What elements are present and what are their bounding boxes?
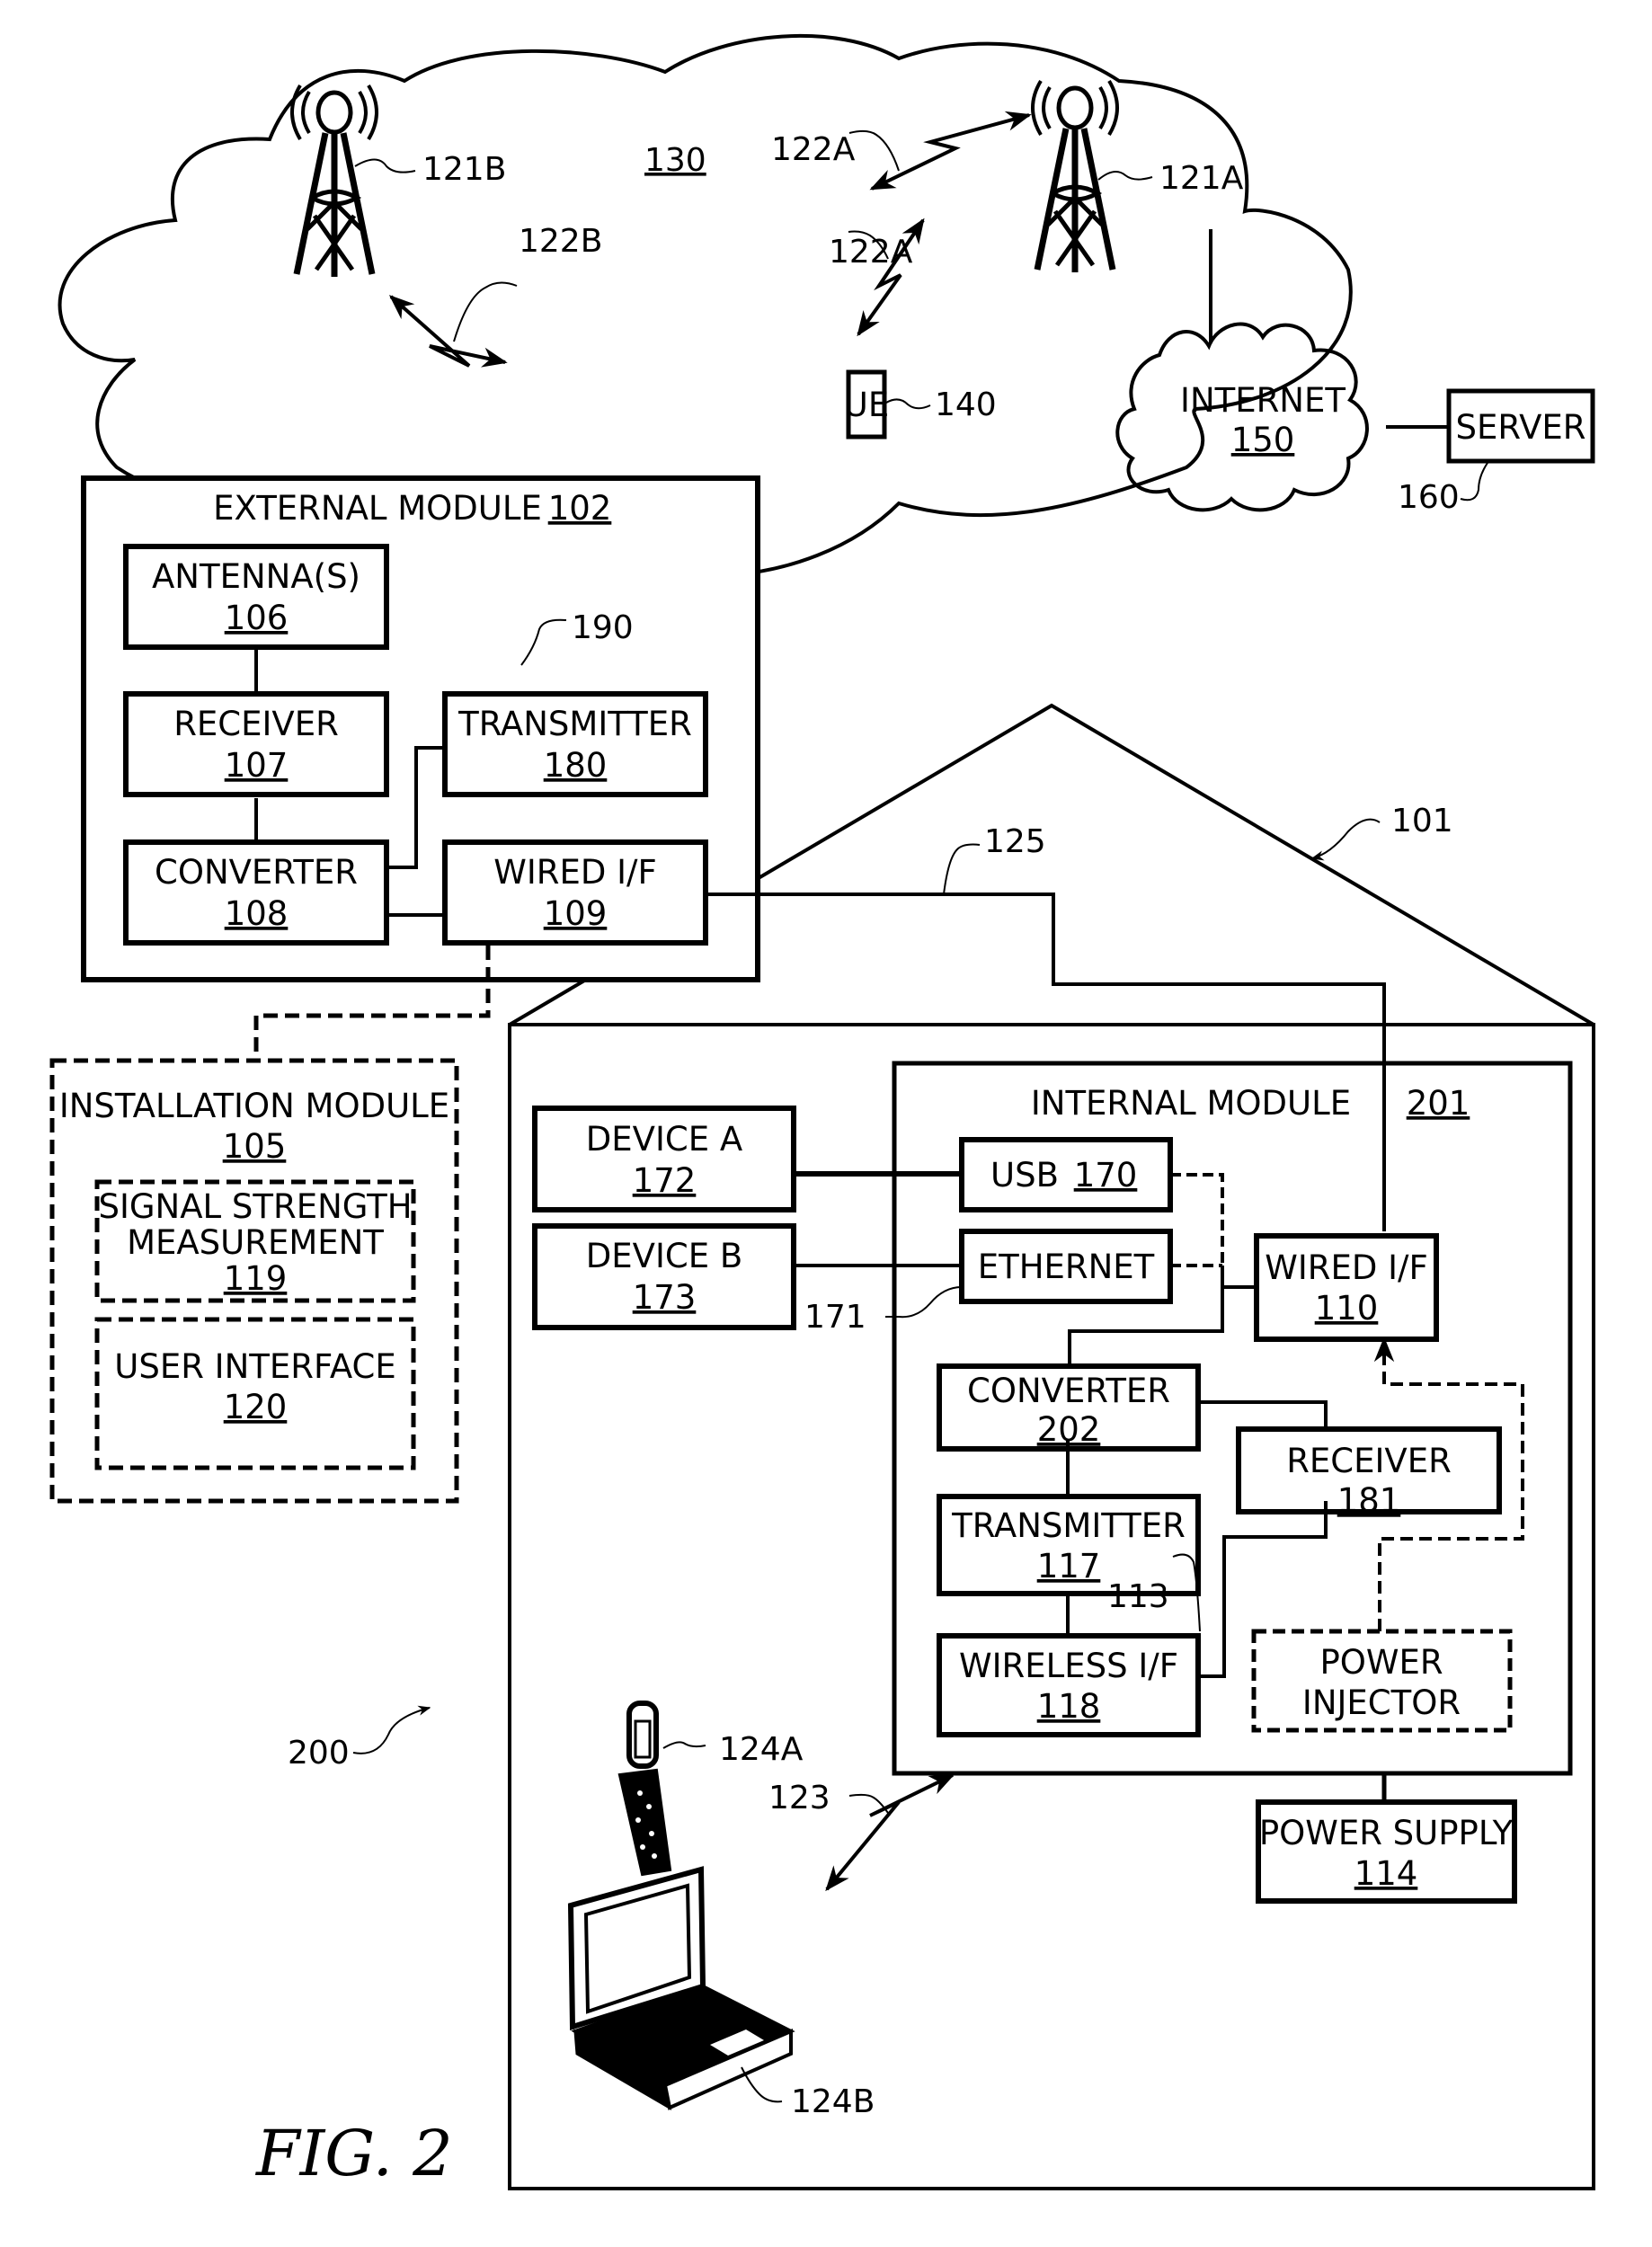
transmitter-117-label: TRANSMITTER	[951, 1506, 1186, 1545]
converter-202-ref: 202	[1037, 1410, 1101, 1449]
receiver-block-181: RECEIVER 181	[1236, 1426, 1502, 1520]
internal-module: INTERNAL MODULE 201 USB 170 ETHERNET WIR…	[892, 1061, 1573, 1776]
ue-block: UE 140	[844, 369, 997, 440]
device-b-ref: 173	[633, 1278, 697, 1317]
device-a-ref: 172	[633, 1161, 697, 1200]
laptop-ref: 124B	[791, 2083, 875, 2120]
wireless-if-block-118: WIRELESS I/F 118	[937, 1633, 1201, 1737]
antenna-label: ANTENNA(S)	[152, 557, 360, 596]
network-ref: 130	[644, 142, 706, 179]
user-interface-block: USER INTERFACE 120	[94, 1317, 416, 1470]
figure-caption: FIG. 2	[254, 2117, 453, 2190]
laptop-icon	[567, 1866, 795, 2110]
wired-if-110-label: WIRED I/F	[1265, 1248, 1428, 1287]
external-module: EXTERNAL MODULE 102 ANTENNA(S) 106 RECEI…	[81, 475, 760, 982]
external-module-ref: 102	[548, 489, 612, 528]
usb-ref: 170	[1074, 1156, 1138, 1195]
ethernet-block: ETHERNET	[959, 1229, 1173, 1304]
usb-block: USB 170	[959, 1137, 1173, 1212]
signal-strength-line1: SIGNAL STRENGTH	[98, 1187, 412, 1226]
wireless-link-122a-lower: 122A	[829, 218, 925, 337]
device-b-block: DEVICE B 173	[532, 1223, 796, 1330]
external-module-title: EXTERNAL MODULE	[213, 489, 542, 528]
phone-ref: 124A	[719, 1731, 804, 1768]
patent-figure: 130 121B 122B 121A 122A 122A UE 140 INTE…	[49, 33, 1595, 2190]
ue-ref: 140	[935, 386, 997, 423]
wireless-link-ref: 123	[768, 1780, 830, 1816]
cable-ref: 125	[984, 823, 1046, 860]
user-interface-label: USER INTERFACE	[114, 1347, 395, 1386]
group-190-ref: 190	[572, 609, 634, 646]
converter-block-202: CONVERTER 202	[937, 1363, 1201, 1452]
wired-if-label: WIRED I/F	[493, 853, 657, 892]
link-122a-upper-ref: 122A	[771, 131, 856, 168]
wired-if-block-110: WIRED I/F 110	[1254, 1233, 1439, 1342]
server-ref: 160	[1398, 479, 1460, 516]
tower-a-ref: 121A	[1159, 160, 1244, 197]
signal-strength-ref: 119	[224, 1259, 288, 1298]
wired-if-ref: 109	[544, 894, 608, 933]
power-injector-block: POWER INJECTOR	[1251, 1629, 1513, 1733]
system-200-label: 200	[288, 1705, 431, 1772]
transmitter-label: TRANSMITTER	[457, 705, 692, 743]
installation-module-title: INSTALLATION MODULE	[59, 1087, 449, 1125]
wired-if-110-ref: 110	[1315, 1289, 1379, 1328]
link-122b-ref: 122B	[519, 223, 602, 260]
device-b-label: DEVICE B	[586, 1237, 742, 1275]
antenna-ref: 106	[225, 599, 289, 637]
power-injector-line1: POWER	[1319, 1643, 1443, 1682]
server-label: SERVER	[1456, 408, 1586, 447]
receiver-label: RECEIVER	[173, 705, 339, 743]
power-supply-block: POWER SUPPLY 114	[1256, 1773, 1517, 1904]
ethernet-label: ETHERNET	[978, 1248, 1155, 1286]
wireless-if-label: WIRELESS I/F	[959, 1647, 1178, 1685]
server-block: SERVER 160	[1386, 388, 1595, 516]
internet-label: INTERNET	[1180, 381, 1346, 420]
tower-b-ref: 121B	[422, 151, 506, 188]
power-supply-ref: 114	[1354, 1854, 1418, 1893]
ethernet-cable-ref: 171	[804, 1299, 866, 1336]
converter-label: CONVERTER	[155, 853, 358, 892]
cell-tower-121b: 121B	[292, 85, 506, 277]
signal-strength-line2: MEASUREMENT	[127, 1223, 384, 1262]
wireless-link-123: 123	[768, 1773, 955, 1892]
internet-ref: 150	[1231, 421, 1295, 459]
receiver-181-label: RECEIVER	[1286, 1442, 1452, 1480]
power-injector-ref: 113	[1107, 1578, 1169, 1615]
power-injector-line2: INJECTOR	[1302, 1683, 1461, 1722]
cell-tower-icon	[292, 85, 377, 277]
laptop-124b: 124B	[567, 1866, 875, 2120]
system-ref: 200	[288, 1735, 350, 1772]
power-supply-label: POWER SUPPLY	[1259, 1814, 1514, 1852]
house-ref: 101	[1391, 803, 1453, 839]
user-interface-ref: 120	[224, 1388, 288, 1426]
ue-label: UE	[844, 386, 889, 424]
cell-tower-icon	[1033, 81, 1117, 272]
wireless-link-122b: 122B	[388, 223, 602, 368]
link-122a-lower-ref: 122A	[829, 234, 913, 271]
transmitter-117-ref: 117	[1037, 1547, 1101, 1585]
receiver-ref: 107	[225, 746, 289, 785]
internal-module-title: INTERNAL MODULE	[1031, 1084, 1351, 1123]
flip-phone-icon	[617, 1701, 672, 1877]
device-a-label: DEVICE A	[586, 1120, 742, 1159]
converter-ref: 108	[225, 894, 289, 933]
usb-label: USB	[990, 1156, 1059, 1195]
installation-module: INSTALLATION MODULE 105 SIGNAL STRENGTH …	[49, 946, 491, 1504]
device-a-block: DEVICE A 172	[532, 1106, 796, 1212]
signal-strength-measurement-block: SIGNAL STRENGTH MEASUREMENT 119	[94, 1179, 416, 1303]
wireless-link-122a-upper: 122A	[771, 111, 1032, 191]
wireless-if-ref: 118	[1037, 1687, 1101, 1726]
transmitter-ref: 180	[544, 746, 608, 785]
internet-cloud: INTERNET 150	[1115, 229, 1369, 512]
receiver-181-ref: 181	[1337, 1481, 1401, 1520]
internal-module-ref: 201	[1407, 1084, 1470, 1123]
installation-module-ref: 105	[223, 1127, 287, 1166]
converter-202-label: CONVERTER	[967, 1372, 1170, 1410]
